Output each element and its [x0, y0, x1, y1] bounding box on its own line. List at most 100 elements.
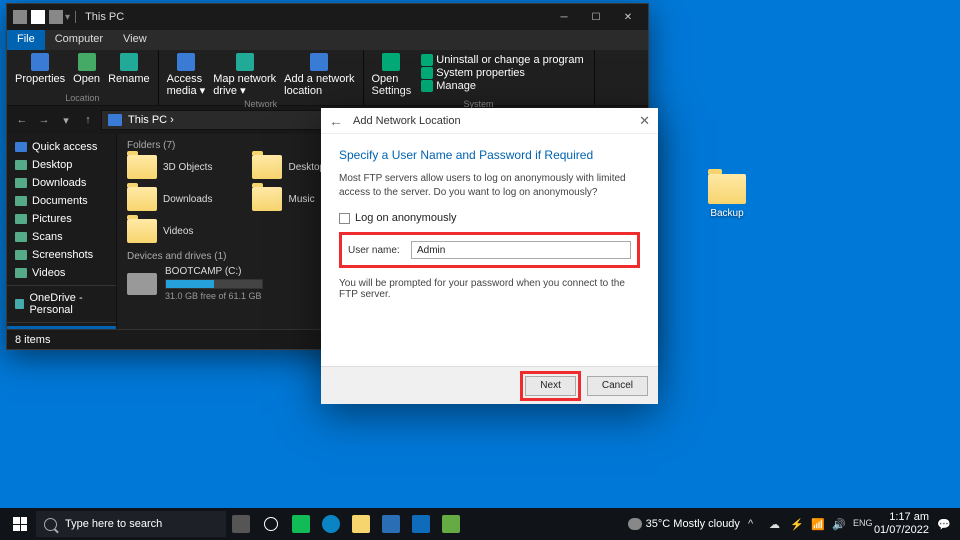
- folder-icon: [127, 219, 157, 243]
- rename-button[interactable]: Rename: [106, 52, 152, 92]
- downloads-icon: [15, 178, 27, 188]
- folder-icon: [252, 155, 282, 179]
- folder-icon: [127, 155, 157, 179]
- open-icon: [78, 53, 96, 71]
- taskbar-store[interactable]: [377, 510, 405, 538]
- sidebar-videos[interactable]: Videos: [7, 264, 116, 282]
- drive-free-text: 31.0 GB free of 61.1 GB: [165, 291, 263, 301]
- chevron-up-icon[interactable]: ^: [748, 518, 761, 531]
- drive-icon: [127, 273, 157, 295]
- sidebar-quick-access[interactable]: Quick access: [7, 138, 116, 156]
- pc-icon: [108, 114, 122, 126]
- taskbar-app-2[interactable]: [437, 510, 465, 538]
- sidebar-pictures[interactable]: Pictures: [7, 210, 116, 228]
- folder-3d-objects[interactable]: 3D Objects: [127, 155, 212, 179]
- folder-icon: [708, 174, 746, 204]
- scans-icon: [15, 232, 27, 242]
- taskbar-mail[interactable]: [407, 510, 435, 538]
- sidebar-this-pc[interactable]: This PC: [7, 326, 116, 329]
- cortana-icon: [264, 517, 278, 531]
- rename-icon: [120, 53, 138, 71]
- ribbon-tabs: File Computer View: [7, 30, 648, 50]
- gear-icon: [382, 53, 400, 71]
- uninstall-program-button[interactable]: Uninstall or change a program: [421, 54, 583, 66]
- windows-logo-icon: [13, 517, 27, 531]
- wizard-title: Add Network Location: [353, 115, 461, 127]
- wizard-close-button[interactable]: ✕: [639, 113, 650, 129]
- cancel-button[interactable]: Cancel: [587, 376, 648, 396]
- add-network-location-wizard: ← Add Network Location ✕ Specify a User …: [321, 108, 658, 404]
- properties-button[interactable]: Properties: [13, 52, 67, 92]
- folder-music[interactable]: Music: [252, 187, 314, 211]
- desktop-icon: [15, 160, 27, 170]
- next-button[interactable]: Next: [525, 376, 576, 396]
- manage-icon: [421, 80, 433, 92]
- forward-button[interactable]: →: [35, 111, 53, 129]
- tab-file[interactable]: File: [7, 30, 45, 50]
- weather-widget[interactable]: 35°C Mostly cloudy: [628, 518, 740, 530]
- wizard-header: ← Add Network Location ✕: [321, 108, 658, 134]
- language-indicator[interactable]: ENG: [853, 518, 866, 531]
- open-button[interactable]: Open: [71, 52, 102, 92]
- taskbar: Type here to search 35°C Mostly cloudy ^…: [0, 508, 960, 540]
- cloud-icon: [628, 518, 642, 530]
- system-properties-button[interactable]: System properties: [421, 67, 583, 79]
- pc-icon: [13, 10, 27, 24]
- drive-label: BOOTCAMP (C:): [165, 266, 263, 277]
- taskbar-app-1[interactable]: [287, 510, 315, 538]
- task-view-button[interactable]: [227, 510, 255, 538]
- back-button[interactable]: ←: [13, 111, 31, 129]
- tab-computer[interactable]: Computer: [45, 30, 113, 50]
- cortana-button[interactable]: [257, 510, 285, 538]
- username-input[interactable]: [411, 241, 631, 259]
- battery-icon[interactable]: ⚡: [790, 518, 803, 531]
- screenshots-icon: [15, 250, 27, 260]
- sysprops-icon: [421, 67, 433, 79]
- clock[interactable]: 1:17 am01/07/2022: [874, 511, 929, 537]
- taskbar-search[interactable]: Type here to search: [36, 511, 226, 537]
- sidebar-documents[interactable]: Documents: [7, 192, 116, 210]
- search-icon: [44, 518, 57, 531]
- onedrive-tray-icon[interactable]: ☁: [769, 518, 782, 531]
- recent-dropdown[interactable]: ▾: [57, 111, 75, 129]
- nav-sidebar: Quick access Desktop Downloads Documents…: [7, 134, 117, 329]
- sidebar-onedrive[interactable]: OneDrive - Personal: [7, 289, 116, 319]
- desktop-folder[interactable]: Backup: [697, 174, 757, 219]
- folder-icon: [252, 187, 282, 211]
- folder-desktop[interactable]: Desktop: [252, 155, 325, 179]
- open-settings-button[interactable]: Open Settings: [370, 52, 414, 98]
- maximize-button[interactable]: ☐: [580, 4, 612, 30]
- map-drive-icon: [236, 53, 254, 71]
- wifi-icon[interactable]: 📶: [811, 518, 824, 531]
- folder-videos[interactable]: Videos: [127, 219, 193, 243]
- tab-view[interactable]: View: [113, 30, 157, 50]
- map-drive-button[interactable]: Map network drive ▾: [211, 52, 278, 98]
- sidebar-downloads[interactable]: Downloads: [7, 174, 116, 192]
- wizard-back-button[interactable]: ←: [329, 113, 343, 129]
- start-button[interactable]: [4, 508, 36, 540]
- sidebar-scans[interactable]: Scans: [7, 228, 116, 246]
- desktop-icon-label: Backup: [710, 208, 743, 219]
- sidebar-screenshots[interactable]: Screenshots: [7, 246, 116, 264]
- minimize-button[interactable]: ─: [548, 4, 580, 30]
- username-highlight: User name:: [339, 232, 640, 268]
- notifications-icon[interactable]: 💬: [937, 518, 950, 531]
- add-network-loc-button[interactable]: Add a network location: [282, 52, 356, 98]
- window-title: This PC: [85, 11, 124, 23]
- wizard-heading: Specify a User Name and Password if Requ…: [339, 148, 640, 162]
- volume-icon[interactable]: 🔊: [832, 518, 845, 531]
- folder-downloads[interactable]: Downloads: [127, 187, 212, 211]
- drive-usage-bar: [165, 279, 263, 289]
- anonymous-checkbox[interactable]: Log on anonymously: [339, 212, 640, 224]
- close-button[interactable]: ✕: [612, 4, 644, 30]
- access-media-button[interactable]: Access media ▾: [165, 52, 208, 98]
- ribbon: Properties Open Rename Location Access m…: [7, 50, 648, 106]
- taskbar-explorer[interactable]: [347, 510, 375, 538]
- taskbar-edge[interactable]: [317, 510, 345, 538]
- manage-button[interactable]: Manage: [421, 80, 583, 92]
- folder-icon: [127, 187, 157, 211]
- sidebar-desktop[interactable]: Desktop: [7, 156, 116, 174]
- titlebar[interactable]: ▾ │ This PC ─ ☐ ✕: [7, 4, 648, 30]
- next-highlight: Next: [520, 371, 581, 401]
- up-button[interactable]: ↑: [79, 111, 97, 129]
